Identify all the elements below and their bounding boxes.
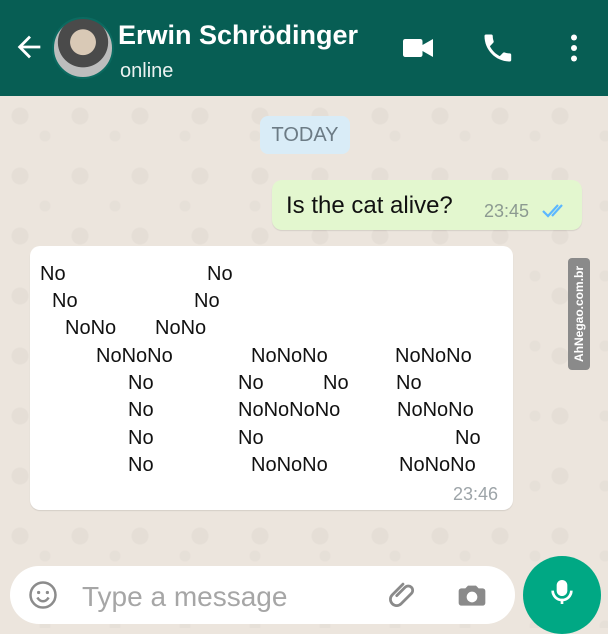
camera-icon[interactable] (456, 579, 488, 611)
contact-avatar[interactable] (52, 17, 114, 79)
message-line-1-a: No (40, 263, 66, 285)
message-line-7-b: No (238, 427, 264, 449)
video-call-icon[interactable] (400, 30, 436, 66)
watermark-text: AhNegao.com.br (572, 265, 587, 363)
contact-status: online (120, 60, 174, 82)
incoming-message-bubble[interactable]: No No No No NoNo NoNo NoNoNo NoNoNo NoNo… (30, 246, 513, 510)
message-line-2-b: No (194, 290, 220, 312)
more-options-icon[interactable] (556, 30, 592, 66)
message-line-5-a: No (128, 372, 154, 394)
message-line-8-b: NoNoNo (251, 454, 328, 476)
message-line-3-b: NoNo (155, 317, 207, 339)
message-line-7-a: No (128, 427, 154, 449)
message-input[interactable]: Type a message (82, 581, 287, 613)
message-line-2-a: No (52, 290, 78, 312)
message-line-7-c: No (455, 427, 481, 449)
message-line-1-b: No (207, 263, 233, 285)
message-line-3-a: NoNo (65, 317, 117, 339)
outgoing-message-bubble[interactable]: Is the cat alive? 23:45 (272, 180, 582, 230)
voice-message-button[interactable] (523, 556, 601, 634)
message-line-5-d: No (396, 372, 422, 394)
contact-name[interactable]: Erwin Schrödinger (118, 20, 358, 51)
watermark-label: AhNegao.com.br (568, 258, 590, 370)
message-line-4-a: NoNoNo (96, 345, 173, 367)
message-line-6-b: NoNoNoNo (238, 399, 341, 421)
message-line-8-c: NoNoNo (399, 454, 476, 476)
message-line-4-b: NoNoNo (251, 345, 328, 367)
chat-header: Erwin Schrödinger online (0, 0, 608, 96)
incoming-message-time: 23:46 (453, 484, 499, 504)
date-divider: TODAY (260, 116, 350, 154)
outgoing-message-time: 23:45 (484, 201, 530, 221)
attach-icon[interactable] (388, 580, 418, 610)
message-line-5-c: No (323, 372, 349, 394)
double-check-icon (542, 204, 563, 218)
message-line-4-c: NoNoNo (395, 345, 472, 367)
message-line-5-b: No (238, 372, 264, 394)
message-line-6-c: NoNoNo (397, 399, 474, 421)
message-line-6-a: No (128, 399, 154, 421)
outgoing-message-text: Is the cat alive? (286, 192, 453, 219)
emoji-icon[interactable] (28, 580, 58, 610)
phone-call-icon[interactable] (480, 30, 516, 66)
message-line-8-a: No (128, 454, 154, 476)
message-composer[interactable]: Type a message (10, 566, 515, 624)
back-arrow-icon[interactable] (12, 30, 46, 64)
microphone-icon (551, 580, 573, 604)
